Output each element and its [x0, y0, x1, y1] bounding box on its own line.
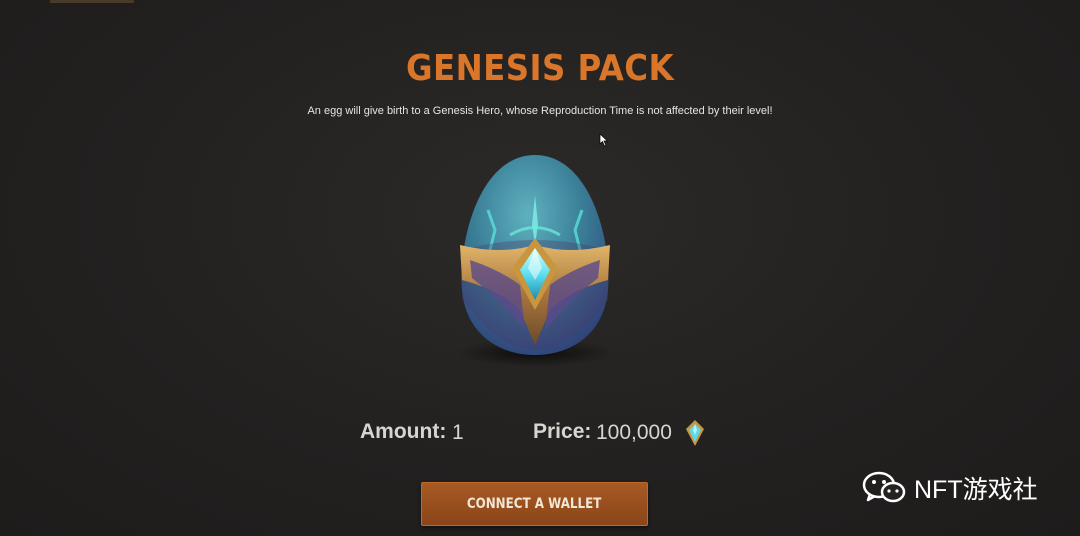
- watermark-text: NFT游戏社: [914, 476, 1038, 504]
- connect-wallet-button[interactable]: CONNECT A WALLET: [421, 482, 648, 526]
- amount-label: Amount:: [360, 420, 447, 443]
- connect-wallet-label: CONNECT A WALLET: [467, 496, 602, 512]
- mouse-cursor-icon: [599, 133, 609, 147]
- page-subtitle: An egg will give birth to a Genesis Hero…: [307, 105, 773, 117]
- wechat-icon: [862, 471, 906, 503]
- price-value: 100,000: [596, 421, 672, 444]
- egg-icon: [455, 155, 615, 367]
- amount-value[interactable]: 1: [452, 421, 464, 445]
- page-title: GENESIS PACK: [405, 48, 675, 89]
- price-label: Price:: [533, 420, 592, 443]
- gem-icon: [686, 420, 704, 446]
- top-nav-fragment[interactable]: [50, 0, 134, 3]
- watermark: NFT游戏社: [862, 470, 1038, 506]
